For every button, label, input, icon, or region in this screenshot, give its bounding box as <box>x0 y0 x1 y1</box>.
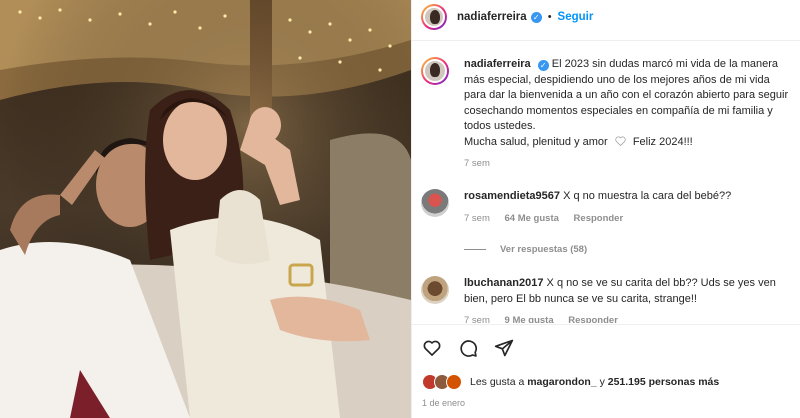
commenter-avatar[interactable] <box>421 276 449 304</box>
comment-likes[interactable]: 64 Me gusta <box>505 213 559 224</box>
comment-text: X q no muestra la cara del bebé?? <box>563 190 732 202</box>
caption-text-line2: Mucha salud, plenitud y amor <box>464 135 608 148</box>
author-avatar[interactable] <box>421 4 447 30</box>
instagram-post-modal: nadiaferreira ✓ • Seguir nadiaferreira ✓… <box>0 0 800 418</box>
comment: rosamendieta9567 X q no muestra la cara … <box>421 189 796 226</box>
likes-prefix: Les gusta a <box>470 376 525 388</box>
verified-badge-icon: ✓ <box>537 60 549 71</box>
caption-time[interactable]: 7 sem <box>464 158 490 169</box>
comment-meta: 7 sem 64 Me gusta Responder <box>464 211 789 227</box>
replies-line <box>464 249 486 250</box>
share-icon[interactable] <box>494 338 514 358</box>
post-header: nadiaferreira ✓ • Seguir <box>412 0 800 34</box>
comments-scroll[interactable]: nadiaferreira ✓ El 2023 sin dudas marcó … <box>412 41 800 323</box>
comment: lbuchanan2017 X q no se ve su carita del… <box>421 276 796 323</box>
comment-icon[interactable] <box>458 338 478 358</box>
white-heart-emoji-icon <box>615 136 626 146</box>
caption-text-line2-end: Feliz 2024!!! <box>632 135 693 148</box>
post-date[interactable]: 1 de enero <box>422 398 465 408</box>
author-username[interactable]: nadiaferreira <box>457 11 527 23</box>
comment-time[interactable]: 7 sem <box>464 315 490 323</box>
reply-button[interactable]: Responder <box>574 213 624 224</box>
liker-username[interactable]: magarondon_ <box>527 376 596 388</box>
commenter-avatar[interactable] <box>421 189 449 217</box>
comment-username[interactable]: rosamendieta9567 <box>464 190 560 202</box>
likes-summary: Les gusta a magarondon_ y 251.195 person… <box>422 374 719 390</box>
comment-meta: 7 sem 9 Me gusta Responder <box>464 313 789 323</box>
likes-mid: y <box>599 376 605 388</box>
caption-meta: 7 sem <box>464 156 789 172</box>
comment-time[interactable]: 7 sem <box>464 213 490 224</box>
caption-username[interactable]: nadiaferreira <box>464 58 531 70</box>
post-side-panel: nadiaferreira ✓ • Seguir nadiaferreira ✓… <box>411 0 800 418</box>
verified-badge-icon: ✓ <box>530 11 542 23</box>
likes-count[interactable]: 251.195 personas más <box>608 376 720 388</box>
liker-avatars <box>422 374 462 390</box>
heart-icon[interactable] <box>422 338 442 358</box>
post-actions <box>422 338 514 358</box>
comment-likes[interactable]: 9 Me gusta <box>505 315 554 323</box>
footer-divider <box>412 324 800 325</box>
separator-dot: • <box>547 11 552 23</box>
follow-button[interactable]: Seguir <box>558 11 594 23</box>
comment-username[interactable]: lbuchanan2017 <box>464 277 543 289</box>
caption-avatar[interactable] <box>421 57 449 85</box>
caption: nadiaferreira ✓ El 2023 sin dudas marcó … <box>421 57 796 172</box>
post-photo[interactable] <box>0 0 411 418</box>
post-image <box>0 0 411 418</box>
view-replies-button[interactable]: Ver respuestas (58) <box>464 244 587 255</box>
view-replies-label: Ver respuestas (58) <box>500 244 588 255</box>
reply-button[interactable]: Responder <box>568 315 618 323</box>
